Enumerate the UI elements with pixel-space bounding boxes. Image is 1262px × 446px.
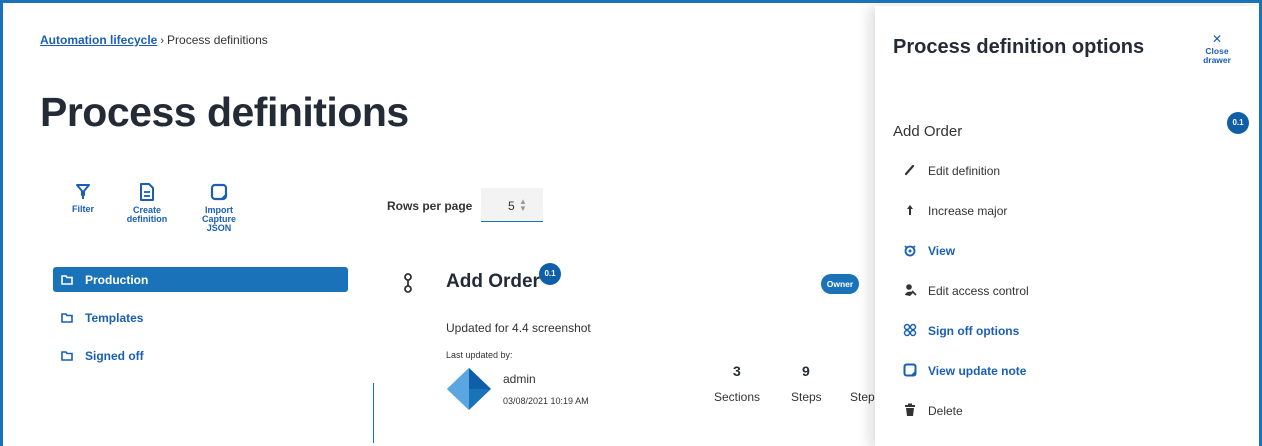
page-title: Process definitions [40,89,409,135]
updated-by-user: admin [503,372,536,386]
drag-handle-icon[interactable] [403,273,413,298]
close-drawer-label: Close drawer [1203,46,1231,65]
steps-label: Steps [791,390,822,404]
step-label: Step [850,390,875,404]
rows-per-page-label: Rows per page [387,199,473,213]
filter-icon [65,184,101,202]
last-updated-label: Last updated by: [446,350,513,360]
option-label: Sign off options [928,324,1020,338]
folder-production[interactable]: Production [53,267,348,292]
folder-label: Production [85,273,149,287]
option-label: View [928,244,956,258]
option-delete[interactable]: Delete [893,401,1233,421]
folder-icon [61,350,73,364]
sections-count: 3 [733,363,741,379]
create-definition-button[interactable]: Create definition [121,183,173,224]
panel-divider[interactable] [373,383,374,443]
role-badge: Owner [821,274,859,294]
access-control-icon [903,283,917,297]
options-drawer: Process definition options ✕ Close drawe… [875,6,1259,446]
option-view[interactable]: View [893,241,1233,261]
stepper-icon: ▲ ▼ [519,197,527,213]
breadcrumb-separator: › [160,35,165,47]
option-label: Increase major [928,204,1008,218]
option-label: Delete [928,404,963,418]
drawer-title: Process definition options [893,36,1145,58]
breadcrumb-current: Process definitions [167,33,268,47]
updated-date: 03/08/2021 10:19 AM [503,396,589,406]
app-frame: Automation lifecycle › Process definitions… [0,0,1262,446]
document-icon [121,183,173,203]
option-edit-access-control[interactable]: Edit access control [893,281,1233,301]
create-definition-label: Create definition [126,205,168,224]
steps-count: 9 [802,363,810,379]
trash-icon [903,403,917,417]
import-icon [198,183,240,203]
sections-label: Sections [714,390,761,404]
filter-button[interactable]: Filter [65,184,101,214]
filter-label: Filter [71,204,94,214]
folder-templates[interactable]: Templates [53,305,348,330]
breadcrumb: Automation lifecycle › Process definitions [40,33,268,47]
breadcrumb-link-automation-lifecycle[interactable]: Automation lifecycle [40,33,157,47]
note-icon [903,363,917,377]
avatar [446,367,492,416]
process-title[interactable]: Add Order [446,271,540,293]
folder-icon [61,312,73,326]
process-description: Updated for 4.4 screenshot [446,321,591,335]
folder-label: Templates [85,311,144,325]
option-sign-off-options[interactable]: Sign off options [893,321,1233,341]
pencil-icon [903,163,917,177]
option-view-update-note[interactable]: View update note [893,361,1233,381]
close-icon: ✕ [1211,32,1223,46]
arrow-up-icon [903,203,917,217]
option-edit-definition[interactable]: Edit definition [893,161,1233,181]
folder-label: Signed off [85,349,144,363]
option-label: Edit definition [928,164,1001,178]
eye-icon [903,243,917,257]
import-capture-json-label: Import Capture JSON [201,205,236,233]
folder-signed-off[interactable]: Signed off [53,343,348,368]
rows-per-page-select[interactable]: 5 ▲ ▼ [481,188,543,222]
close-drawer-button[interactable]: ✕ Close drawer [1196,33,1238,65]
option-label: View update note [928,364,1027,378]
version-badge: 0.1 [539,263,561,285]
import-capture-json-button[interactable]: Import Capture JSON [198,183,240,233]
rows-per-page-value: 5 [508,199,515,213]
drawer-version-badge: 0.1 [1227,112,1249,134]
definition-name: Add Order [893,123,963,140]
sign-off-icon [903,323,917,337]
option-increase-major[interactable]: Increase major [893,201,1233,221]
folder-icon [61,274,73,288]
option-label: Edit access control [928,284,1029,298]
